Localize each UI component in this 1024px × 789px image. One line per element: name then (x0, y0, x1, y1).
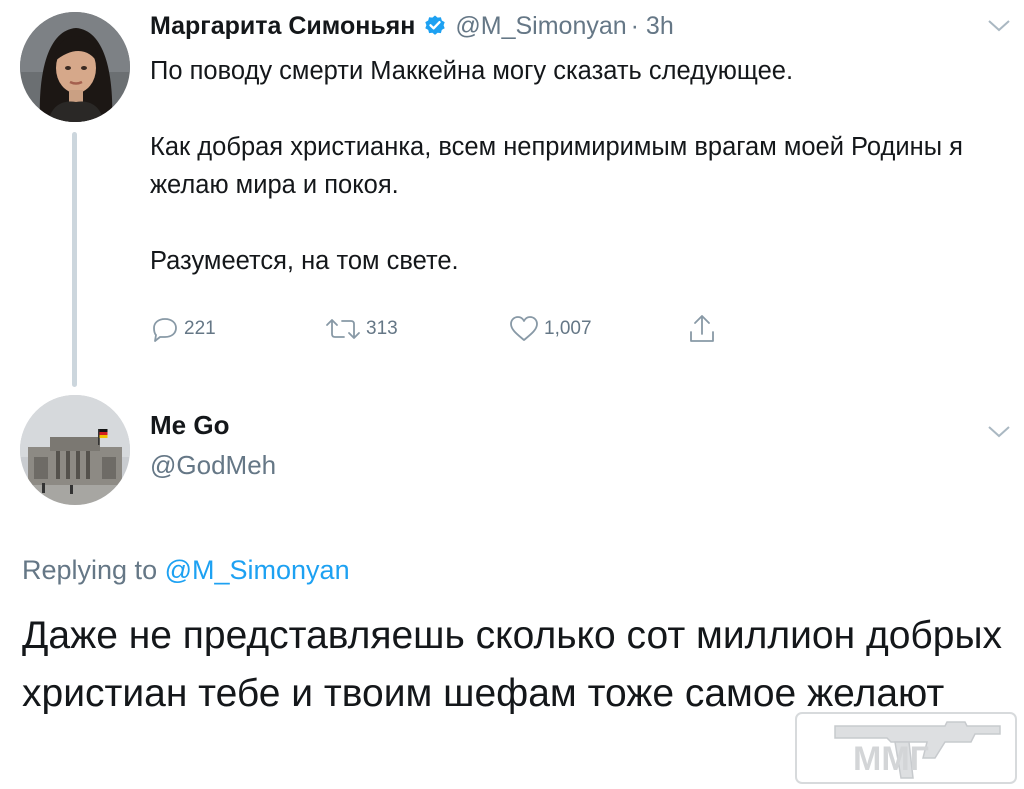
like-count: 1,007 (544, 318, 592, 339)
chevron-down-icon[interactable] (986, 424, 1012, 440)
retweet-button[interactable]: 313 (324, 314, 398, 344)
reply-author-display-name[interactable]: Me Go (150, 410, 229, 441)
reply-author-handle[interactable]: @GodMeh (150, 450, 276, 481)
thread-line (72, 132, 77, 387)
author-display-name[interactable]: Маргарита Симоньян (150, 12, 415, 41)
reply-text: Даже не представляешь сколько сот миллио… (22, 614, 1002, 715)
share-icon (690, 315, 714, 342)
retweet-count: 313 (366, 318, 398, 339)
replying-to: Replying to @M_Simonyan (22, 555, 350, 586)
watermark: ММГ (795, 712, 1017, 784)
verified-badge-icon (423, 14, 447, 38)
share-button[interactable] (686, 312, 718, 346)
like-icon (510, 316, 538, 341)
tweet-paragraph: Как добрая христианка, всем непримиримым… (150, 133, 963, 199)
tweet-paragraph: По поводу смерти Маккейна могу сказать с… (150, 57, 794, 85)
tweet-time[interactable]: · 3h (631, 12, 674, 41)
watermark-text: ММГ (853, 740, 929, 778)
avatar-margarita[interactable] (20, 12, 130, 122)
tweet-text: По поводу смерти Маккейна могу сказать с… (150, 52, 1000, 280)
replying-to-label: Replying to (22, 555, 158, 585)
avatar-mego[interactable] (20, 395, 130, 505)
reply-count: 221 (184, 318, 216, 339)
like-button[interactable]: 1,007 (508, 314, 592, 344)
author-handle[interactable]: @M_Simonyan (455, 12, 626, 41)
reply-icon (153, 318, 177, 342)
chevron-down-icon[interactable] (986, 18, 1012, 34)
retweet-icon (326, 319, 360, 339)
tweet-header: Маргарита Симоньян @M_Simonyan · 3h (150, 6, 674, 46)
reply-button[interactable]: 221 (150, 314, 216, 344)
replying-to-mention[interactable]: @M_Simonyan (165, 555, 350, 585)
tweet-paragraph: Разумеется, на том свете. (150, 247, 459, 275)
